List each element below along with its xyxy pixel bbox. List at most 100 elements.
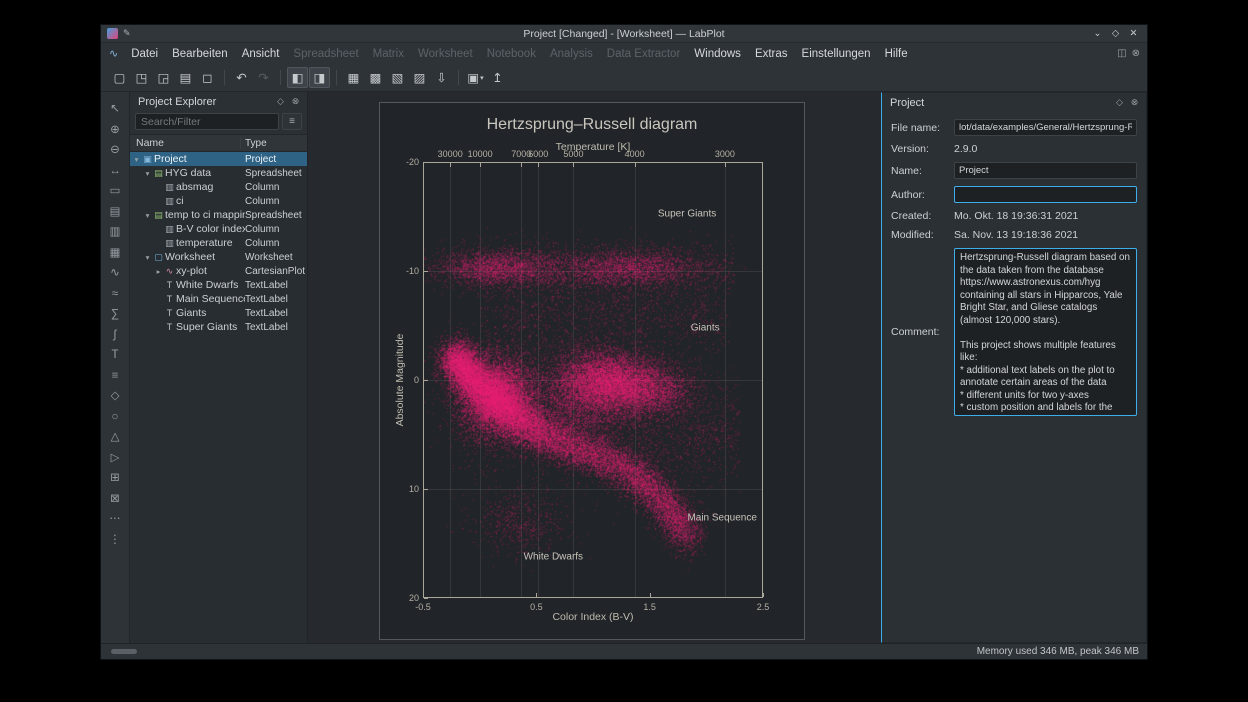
tree-header[interactable]: Name Type (130, 134, 307, 152)
project-explorer-header[interactable]: Project Explorer ◇ ⊗ (130, 92, 307, 111)
labplot-window: ✎ Project [Changed] - [Worksheet] — LabP… (100, 24, 1148, 660)
overflow-tools-button[interactable]: ⋮ (105, 531, 126, 550)
import-data-button[interactable]: ⇩ (431, 67, 452, 88)
comment-textarea[interactable] (954, 248, 1137, 416)
close-dock-icon[interactable]: ⊗ (1127, 97, 1142, 108)
add-grid-button[interactable]: ⊞ (105, 469, 126, 488)
add-matrix-element-button[interactable]: ▦ (105, 244, 126, 263)
save-project-button[interactable]: ◲ (153, 67, 174, 88)
menu-bearbeiten[interactable]: Bearbeiten (165, 47, 235, 61)
menu-hilfe[interactable]: Hilfe (878, 47, 915, 61)
zoom-out-tool-button[interactable]: ⊖ (105, 141, 126, 160)
more-tools-button[interactable]: ⋯ (105, 510, 126, 529)
tree-item-name: White Dwarfs (176, 279, 245, 291)
name-input[interactable] (954, 162, 1137, 179)
add-sum-button[interactable]: ∑ (105, 305, 126, 324)
minimize-button[interactable]: ⌄ (1090, 28, 1105, 39)
add-column-element-button[interactable]: ▥ (105, 223, 126, 242)
menu-einstellungen[interactable]: Einstellungen (795, 47, 878, 61)
add-plot-button[interactable]: ▭ (105, 182, 126, 201)
add-integral-button[interactable]: ∫ (105, 326, 126, 345)
tree-row-xy-plot[interactable]: ▸∿xy-plotCartesianPlot (130, 264, 307, 278)
menu-ansicht[interactable]: Ansicht (235, 47, 287, 61)
tree-row-worksheet[interactable]: ▾▢WorksheetWorksheet (130, 250, 307, 264)
add-shape-button[interactable]: ◇ (105, 387, 126, 406)
tree-row-super-giants[interactable]: TSuper GiantsTextLabel (130, 320, 307, 334)
new-worksheet-button[interactable]: ▧ (387, 67, 408, 88)
close-button[interactable]: ✕ (1126, 28, 1141, 39)
new-spreadsheet-button[interactable]: ▦ (343, 67, 364, 88)
float-dock-icon[interactable]: ◇ (273, 96, 288, 107)
add-triangle-button[interactable]: △ (105, 428, 126, 447)
tree-row-project[interactable]: ▾▣ProjectProject (130, 152, 307, 166)
add-new-icon: ▣ (467, 71, 479, 85)
add-spreadsheet-element-button[interactable]: ▤ (105, 203, 126, 222)
add-arrow-button[interactable]: ▷ (105, 449, 126, 468)
x-axis-label: Color Index (B-V) (423, 611, 763, 623)
float-dock-icon[interactable]: ◇ (1112, 97, 1127, 108)
worksheet-view[interactable]: Hertzsprung–Russell diagram Temperature … (308, 92, 881, 643)
menu-windows[interactable]: Windows (687, 47, 748, 61)
new-notebook-button[interactable]: ▨ (409, 67, 430, 88)
add-smooth-curve-button[interactable]: ≈ (105, 285, 126, 304)
menu-extras[interactable]: Extras (748, 47, 795, 61)
print-preview-button[interactable]: ◻ (197, 67, 218, 88)
top-tick-mark (521, 163, 522, 167)
new-matrix-icon: ▩ (370, 71, 382, 85)
close-document-icon[interactable]: ⊗ (1132, 48, 1140, 59)
filter-options-button[interactable]: ≡ (282, 113, 302, 130)
open-project-button[interactable]: ◳ (131, 67, 152, 88)
column-header-name[interactable]: Name (130, 137, 240, 149)
new-matrix-button[interactable]: ▩ (365, 67, 386, 88)
new-project-button[interactable]: ▢ (109, 67, 130, 88)
properties-header[interactable]: Project ◇ ⊗ (882, 93, 1146, 112)
tree-row-absmag[interactable]: ▥absmagColumn (130, 180, 307, 194)
undo-icon: ↶ (236, 71, 246, 85)
column-header-type[interactable]: Type (240, 138, 307, 149)
pan-tool-button[interactable]: ↔ (105, 162, 126, 181)
tree-row-hyg-data[interactable]: ▾▤HYG dataSpreadsheet (130, 166, 307, 180)
project-explorer-title: Project Explorer (138, 96, 273, 108)
tree-row-ci[interactable]: ▥ciColumn (130, 194, 307, 208)
toggle-project-explorer-button[interactable]: ◧ (287, 67, 308, 88)
expander-icon[interactable]: ▾ (143, 169, 152, 178)
close-dock-icon[interactable]: ⊗ (288, 96, 303, 107)
add-ellipse-button[interactable]: ○ (105, 408, 126, 427)
expander-icon[interactable]: ▾ (143, 253, 152, 262)
tree-row-temp-to-ci-mapping[interactable]: ▾▤temp to ci mappingSpreadsheet (130, 208, 307, 222)
restore-button[interactable]: ◇ (1108, 28, 1123, 39)
add-new-button[interactable]: ▣▾ (465, 67, 486, 88)
select-tool-button[interactable]: ↖ (105, 100, 126, 119)
document-icon: ∿ (109, 47, 118, 60)
tree-row-white-dwarfs[interactable]: TWhite DwarfsTextLabel (130, 278, 307, 292)
print-button[interactable]: ▤ (175, 67, 196, 88)
tree-row-b-v-color-index[interactable]: ▥B-V color indexColumn (130, 222, 307, 236)
worksheet-page[interactable]: Hertzsprung–Russell diagram Temperature … (379, 102, 805, 640)
column-icon: ▥ (163, 196, 176, 207)
top-tick-label: 30000 (438, 149, 463, 159)
new-spreadsheet-icon: ▦ (348, 71, 360, 85)
titlebar[interactable]: ✎ Project [Changed] - [Worksheet] — LabP… (101, 25, 1147, 43)
top-tick-mark (635, 163, 636, 167)
tree-row-main-sequence[interactable]: TMain SequenceTextLabel (130, 292, 307, 306)
author-input[interactable] (954, 186, 1137, 203)
menu-datei[interactable]: Datei (124, 47, 165, 61)
expander-icon[interactable]: ▾ (132, 155, 141, 164)
panel-toggle-icon[interactable]: ◫ (1117, 48, 1126, 59)
expander-icon[interactable]: ▾ (143, 211, 152, 220)
undo-button[interactable]: ↶ (231, 67, 252, 88)
add-text-label-button[interactable]: T (105, 346, 126, 365)
bottom-tick-mark (763, 593, 764, 597)
export-button[interactable]: ↥ (487, 67, 508, 88)
expander-icon[interactable]: ▸ (154, 267, 163, 276)
tree-row-temperature[interactable]: ▥temperatureColumn (130, 236, 307, 250)
add-image-button[interactable]: ⊠ (105, 490, 126, 509)
horizontal-scrollbar[interactable] (111, 649, 137, 654)
tree-row-giants[interactable]: TGiantsTextLabel (130, 306, 307, 320)
zoom-in-tool-button[interactable]: ⊕ (105, 121, 126, 140)
add-curve-button[interactable]: ∿ (105, 264, 126, 283)
search-input[interactable] (135, 113, 279, 130)
add-legend-button[interactable]: ≡ (105, 367, 126, 386)
toggle-properties-dock-button[interactable]: ◨ (309, 67, 330, 88)
file-name-input[interactable] (954, 119, 1137, 136)
